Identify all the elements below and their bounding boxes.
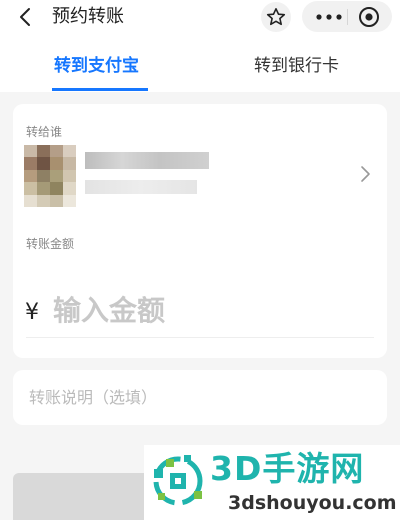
back-arrow-icon[interactable] (16, 7, 36, 27)
target-icon[interactable] (357, 5, 381, 29)
transfer-note-input[interactable] (29, 382, 369, 412)
active-tab-indicator (52, 88, 148, 91)
3dshouyou-logo-icon (153, 455, 203, 506)
watermark-title: 3D手游网 (210, 449, 365, 488)
page-title: 预约转账 (52, 6, 124, 27)
more-dots-icon[interactable] (312, 7, 346, 27)
note-card (13, 370, 387, 425)
recipient-account-redacted (85, 180, 197, 194)
amount-input[interactable] (53, 290, 353, 330)
recipient-name-redacted (85, 152, 209, 169)
amount-divider (26, 337, 374, 338)
transfer-tabs: 转到支付宝 转到银行卡 (0, 34, 400, 92)
amount-label: 转账金额 (26, 237, 75, 251)
recipient-avatar[interactable] (24, 145, 76, 207)
capsule-divider (347, 9, 348, 25)
site-watermark: 3D手游网 3dshouyou.com (144, 445, 400, 520)
tab-alipay[interactable]: 转到支付宝 (54, 54, 139, 78)
recipient-label: 转给谁 (26, 125, 63, 139)
mini-program-capsule (302, 1, 392, 32)
chevron-right-icon[interactable] (358, 165, 372, 183)
tab-bank-card[interactable]: 转到银行卡 (254, 54, 339, 78)
favorite-button[interactable] (261, 2, 291, 32)
currency-symbol: ¥ (25, 300, 39, 325)
transfer-card: 转给谁 转账金额 ¥ (13, 104, 387, 358)
star-icon (266, 7, 286, 26)
watermark-url: 3dshouyou.com (228, 492, 397, 514)
title-bar: 预约转账 (0, 0, 400, 34)
